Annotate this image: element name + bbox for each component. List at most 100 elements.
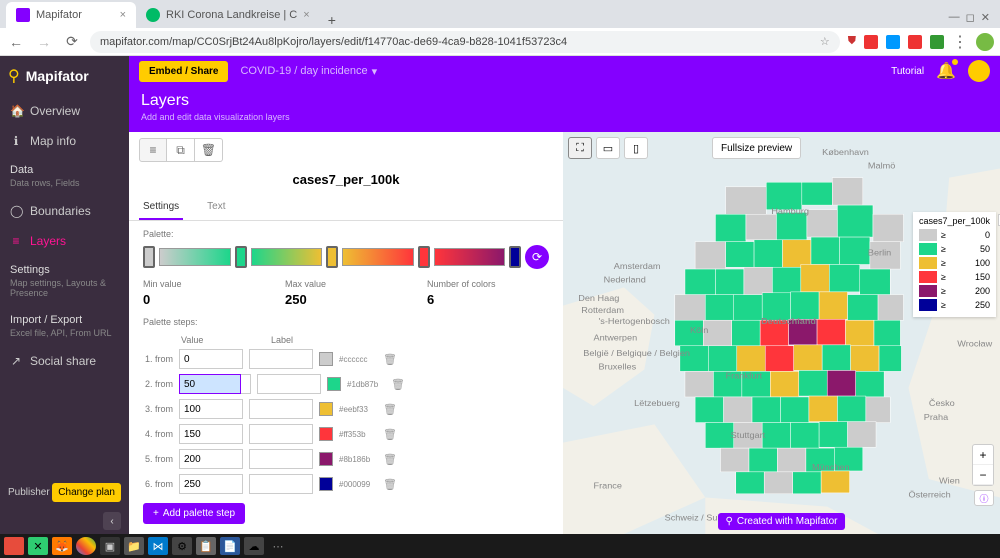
task-icon[interactable]: ▣: [100, 537, 120, 555]
attribution-button[interactable]: ⓘ: [974, 490, 994, 506]
step-delete-button[interactable]: 🗑: [391, 378, 405, 391]
colors-value[interactable]: 6: [427, 292, 549, 307]
fullsize-preview-button[interactable]: Fullsize preview: [712, 137, 801, 159]
layer-delete-button[interactable]: 🗑: [195, 138, 223, 162]
sidebar-item-layers[interactable]: ≡ Layers: [0, 226, 129, 256]
nav-group-settings[interactable]: Settings: [0, 256, 129, 276]
task-icon[interactable]: ☁: [244, 537, 264, 555]
close-icon[interactable]: ×: [120, 9, 126, 21]
address-bar[interactable]: mapifator.com/map/CC0SrjBt24Au8lpKojro/l…: [90, 31, 840, 53]
avatar[interactable]: [968, 60, 990, 82]
task-icon[interactable]: [4, 537, 24, 555]
step-color-swatch[interactable]: [327, 377, 341, 391]
step-label-input[interactable]: [249, 449, 313, 469]
step-value-input[interactable]: [179, 424, 243, 444]
palette-handle[interactable]: [509, 246, 521, 268]
step-label-input[interactable]: [249, 349, 313, 369]
task-icon[interactable]: [76, 537, 96, 555]
step-value-input[interactable]: [179, 399, 243, 419]
step-delete-button[interactable]: 🗑: [383, 403, 397, 416]
step-value-input[interactable]: [179, 374, 241, 394]
sidebar-item-social[interactable]: ↗ Social share: [0, 346, 129, 376]
tutorial-link[interactable]: Tutorial: [891, 66, 924, 77]
step-color-swatch[interactable]: [319, 477, 333, 491]
collapse-sidebar-button[interactable]: ‹: [103, 512, 121, 530]
extension-icon[interactable]: [886, 35, 900, 49]
window-maximize-icon[interactable]: ◻: [966, 11, 975, 24]
zoom-out-button[interactable]: −: [973, 465, 993, 485]
profile-icon[interactable]: [976, 33, 994, 51]
task-icon[interactable]: 📁: [124, 537, 144, 555]
bell-icon[interactable]: 🔔: [936, 61, 956, 81]
layer-duplicate-button[interactable]: ⧉: [167, 138, 195, 162]
step-color-swatch[interactable]: [319, 352, 333, 366]
step-color-swatch[interactable]: [319, 427, 333, 441]
nav-group-data[interactable]: Data: [0, 156, 129, 176]
extension-icon[interactable]: [908, 35, 922, 49]
new-tab-button[interactable]: +: [320, 12, 344, 28]
max-value[interactable]: 250: [285, 292, 407, 307]
palette-gradient[interactable]: ⟳: [143, 245, 549, 269]
palette-handle[interactable]: [235, 246, 247, 268]
task-icon[interactable]: ⚙: [172, 537, 192, 555]
stepper-buttons[interactable]: [241, 374, 251, 394]
step-label-input[interactable]: [249, 399, 313, 419]
view-desktop-button[interactable]: ⛶: [568, 137, 592, 159]
window-close-icon[interactable]: ✕: [981, 11, 990, 24]
min-value[interactable]: 0: [143, 292, 265, 307]
task-icon[interactable]: 📄: [220, 537, 240, 555]
reload-button[interactable]: ⟳: [62, 32, 82, 52]
step-delete-button[interactable]: 🗑: [383, 353, 397, 366]
star-icon[interactable]: ☆: [820, 35, 830, 48]
extension-icon[interactable]: [864, 35, 878, 49]
sidebar-item-overview[interactable]: 🏠 Overview: [0, 96, 129, 126]
step-color-swatch[interactable]: [319, 402, 333, 416]
credit-badge[interactable]: ⚲ Created with Mapifator: [718, 513, 846, 530]
embed-share-button[interactable]: Embed / Share: [139, 61, 228, 82]
step-delete-button[interactable]: 🗑: [383, 453, 397, 466]
task-icon[interactable]: ✕: [28, 537, 48, 555]
step-value-input[interactable]: [179, 449, 243, 469]
task-icon[interactable]: 🦊: [52, 537, 72, 555]
task-icon[interactable]: ⋈: [148, 537, 168, 555]
layer-list-button[interactable]: ≡: [139, 138, 167, 162]
task-icon[interactable]: 📋: [196, 537, 216, 555]
sidebar-item-boundaries[interactable]: ◯ Boundaries: [0, 196, 129, 226]
palette-handle[interactable]: [418, 246, 430, 268]
sidebar-item-mapinfo[interactable]: ℹ Map info: [0, 126, 129, 156]
nav-group-import[interactable]: Import / Export: [0, 306, 129, 326]
map-legend[interactable]: ▸ cases7_per_100k ≥0≥50≥100≥150≥200≥250: [913, 212, 996, 317]
browser-tab-1[interactable]: Mapifator ×: [6, 2, 136, 28]
palette-handle[interactable]: [143, 246, 155, 268]
refresh-palette-button[interactable]: ⟳: [525, 245, 549, 269]
step-label-input[interactable]: [257, 374, 321, 394]
view-mobile-button[interactable]: ▯: [624, 137, 648, 159]
favicon-icon: [16, 8, 30, 22]
map-name-dropdown[interactable]: COVID-19 / day incidence ▾: [240, 65, 377, 78]
forward-button[interactable]: →: [34, 32, 54, 52]
extension-icon[interactable]: ⛊: [848, 35, 856, 48]
back-button[interactable]: ←: [6, 32, 26, 52]
step-value-input[interactable]: [179, 474, 243, 494]
step-value-input[interactable]: [179, 349, 243, 369]
step-delete-button[interactable]: 🗑: [383, 428, 397, 441]
map-preview[interactable]: ⛶ ▭ ▯ Fullsize preview: [563, 132, 1000, 534]
palette-handle[interactable]: [326, 246, 338, 268]
view-tablet-button[interactable]: ▭: [596, 137, 620, 159]
tab-settings[interactable]: Settings: [139, 195, 183, 220]
extension-icon[interactable]: [930, 35, 944, 49]
step-color-swatch[interactable]: [319, 452, 333, 466]
task-icon[interactable]: ⋯: [268, 537, 288, 555]
step-delete-button[interactable]: 🗑: [383, 478, 397, 491]
menu-icon[interactable]: ⋮: [952, 32, 968, 52]
brand[interactable]: ⚲ Mapifator: [0, 56, 129, 96]
browser-tab-2[interactable]: RKI Corona Landkreise | C ×: [136, 2, 320, 28]
change-plan-button[interactable]: Change plan: [52, 483, 121, 502]
close-icon[interactable]: ×: [303, 9, 309, 21]
tab-text[interactable]: Text: [203, 195, 229, 220]
add-palette-step-button[interactable]: + Add palette step: [143, 503, 245, 524]
step-label-input[interactable]: [249, 474, 313, 494]
window-minimize-icon[interactable]: —: [949, 11, 960, 24]
step-label-input[interactable]: [249, 424, 313, 444]
zoom-in-button[interactable]: +: [973, 445, 993, 465]
